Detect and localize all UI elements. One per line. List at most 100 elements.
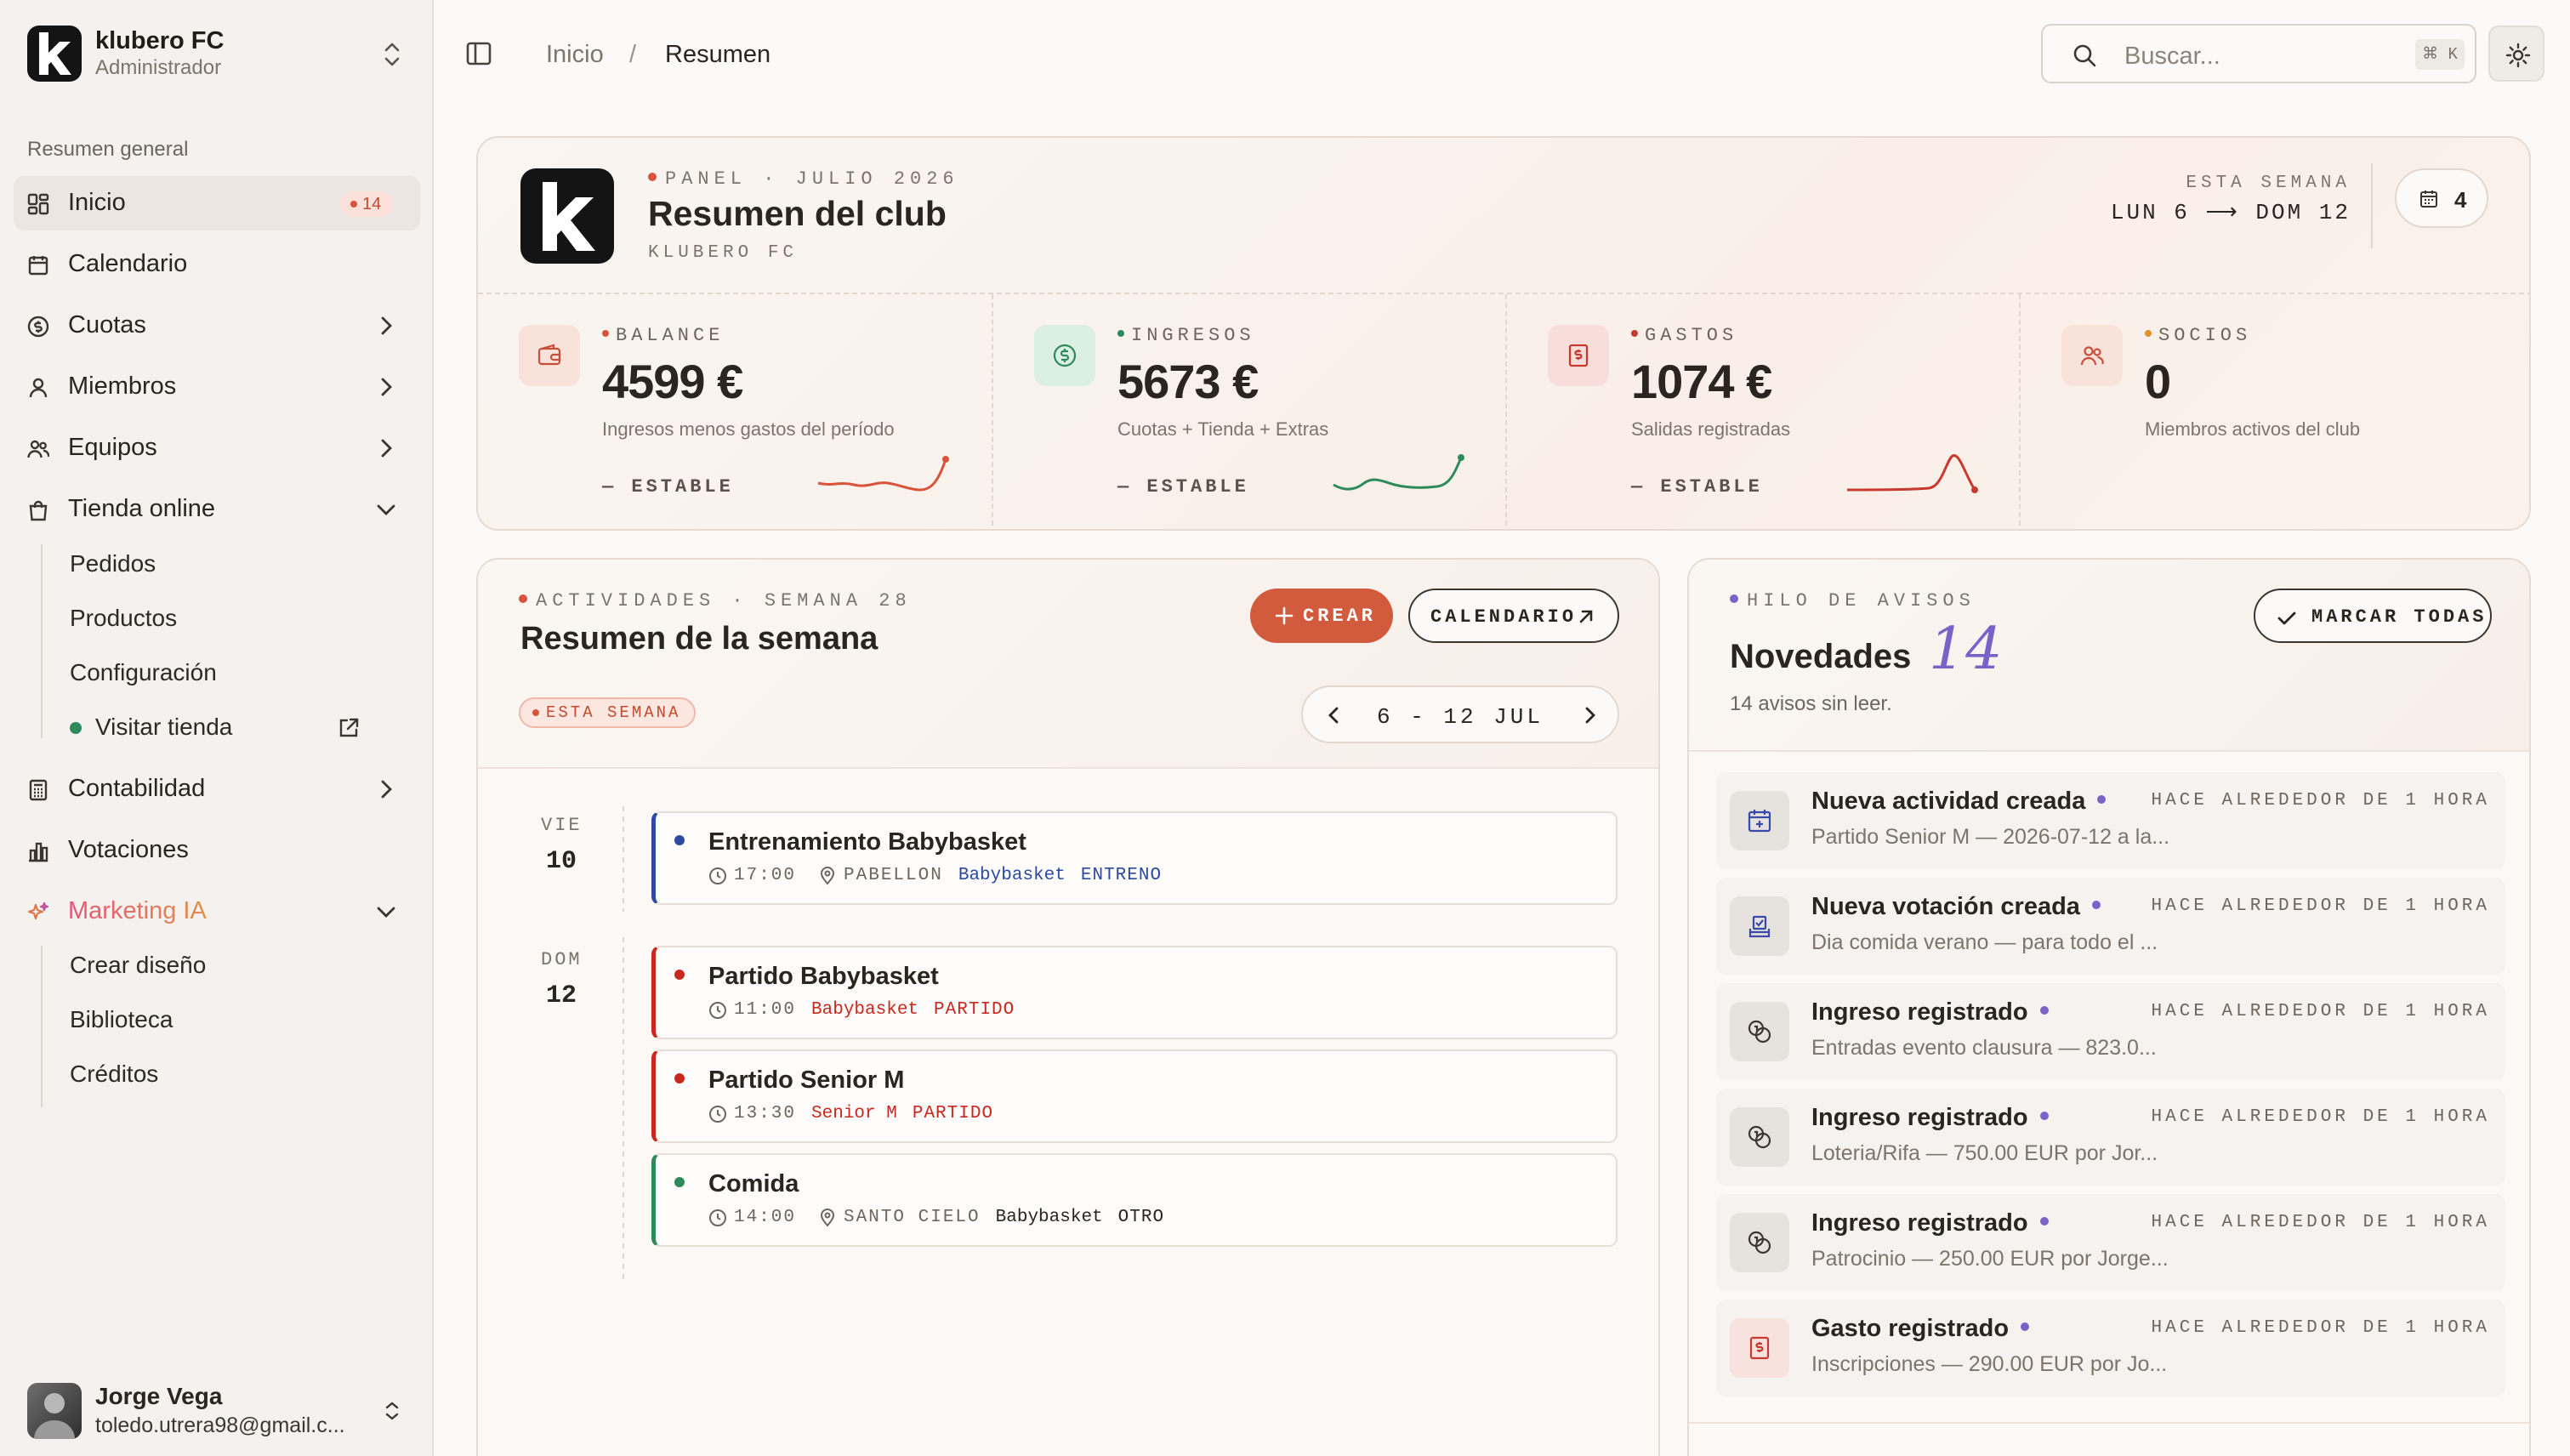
stat-description: Salidas registradas — [1631, 418, 1791, 440]
sidebar-item-label: Inicio — [68, 189, 126, 216]
chevron-right-icon — [381, 316, 392, 335]
gastos-sparkline — [1846, 454, 1978, 493]
chevron-right-icon[interactable] — [1578, 704, 1601, 726]
sidebar-item-tienda-online[interactable]: Tienda online — [14, 482, 420, 537]
summary-eyebrow: PANEL · JULIO 2026 — [648, 168, 959, 190]
notice-item[interactable]: Ingreso registrado HACE ALREDEDOR DE 1 H… — [1716, 983, 2505, 1080]
sidebar-item-label: Equipos — [68, 434, 157, 461]
sidebar-subitem-crear-diseno[interactable]: Crear diseño — [70, 952, 206, 979]
sidebar-item-calendario[interactable]: Calendario — [14, 237, 420, 292]
sidebar-item-cuotas[interactable]: Cuotas — [14, 299, 420, 353]
sidebar-item-votaciones[interactable]: Votaciones — [14, 823, 420, 878]
activity-event[interactable]: Comida 14:00 SANTO CIELO Babybasket OTRO — [651, 1153, 1618, 1247]
event-title: Partido Babybasket — [708, 963, 939, 990]
stat-description: Ingresos menos gastos del período — [602, 418, 895, 440]
mark-all-read-button[interactable]: MARCAR TODAS — [2254, 589, 2492, 643]
sidebar-subitem-biblioteca[interactable]: Biblioteca — [70, 1006, 173, 1033]
notice-item[interactable]: Nueva votación creada HACE ALREDEDOR DE … — [1716, 878, 2505, 975]
notice-description: Patrocinio — 250.00 EUR por Jorge... — [1811, 1247, 2169, 1271]
notices-footer-divider — [1689, 1422, 2529, 1424]
event-dot — [674, 835, 685, 845]
activity-event[interactable]: Partido Babybasket 11:00 Babybasket PART… — [651, 946, 1618, 1039]
sidebar-toggle-icon[interactable] — [464, 39, 493, 68]
sidebar-item-miembros[interactable]: Miembros — [14, 360, 420, 414]
stat-socios: SOCIOS 0 Miembros activos del club — [2019, 294, 2529, 529]
sidebar-item-equipos[interactable]: Equipos — [14, 421, 420, 475]
open-calendar-button[interactable]: CALENDARIO — [1408, 589, 1619, 643]
users-icon — [27, 440, 49, 458]
sidebar-subitem-configuracion[interactable]: Configuración — [70, 659, 217, 686]
timeline-line — [623, 937, 624, 1281]
event-title: Entrenamiento Babybasket — [708, 828, 1026, 856]
event-time: 11:00 — [734, 1000, 797, 1020]
sparkles-icon — [27, 901, 49, 920]
calendar-count-button[interactable]: 4 — [2395, 168, 2488, 228]
breadcrumb-separator: / — [629, 41, 637, 68]
day-weekday: DOM — [541, 949, 583, 970]
activities-header: ACTIVIDADES · SEMANA 28 Resumen de la se… — [478, 560, 1658, 769]
notice-title: Nueva actividad creada — [1811, 788, 2106, 816]
sidebar-item-label: Marketing IA — [68, 897, 207, 924]
notice-item[interactable]: Nueva actividad creada HACE ALREDEDOR DE… — [1716, 772, 2505, 869]
notice-title: Ingreso registrado — [1811, 998, 2049, 1027]
search-input[interactable]: Buscar... ⌘ K — [2041, 24, 2476, 83]
club-switcher[interactable]: klubero FC Administrador — [27, 26, 415, 82]
sidebar-item-marketing-ia[interactable]: Marketing IA — [14, 884, 420, 939]
notice-item[interactable]: Ingreso registrado HACE ALREDEDOR DE 1 H… — [1716, 1194, 2505, 1291]
stat-description: Miembros activos del club — [2145, 418, 2361, 440]
calculator-icon — [29, 779, 48, 801]
sidebar-item-contabilidad[interactable]: Contabilidad — [14, 762, 420, 816]
stat-balance: BALANCE 4599 € Ingresos menos gastos del… — [478, 294, 992, 529]
activities-eyebrow: ACTIVIDADES · SEMANA 28 — [519, 590, 912, 611]
shortcut-hint: ⌘ K — [2415, 39, 2465, 70]
event-team: Senior M — [811, 1104, 897, 1123]
create-activity-button[interactable]: CREAR — [1250, 589, 1393, 643]
sidebar-item-inicio[interactable]: Inicio 14 — [14, 176, 420, 230]
activity-event[interactable]: Entrenamiento Babybasket 17:00 PABELLON … — [651, 811, 1618, 905]
plus-icon — [1275, 606, 1294, 625]
wallet-icon — [519, 325, 580, 386]
notice-item[interactable]: Ingreso registrado HACE ALREDEDOR DE 1 H… — [1716, 1089, 2505, 1186]
event-team: Babybasket — [995, 1208, 1103, 1227]
chevrons-up-down-icon — [384, 43, 400, 66]
sidebar-subitem-productos[interactable]: Productos — [70, 605, 177, 632]
breadcrumb-inicio[interactable]: Inicio — [546, 41, 604, 69]
page-title: Resumen del club — [648, 194, 947, 233]
search-placeholder: Buscar... — [2124, 43, 2220, 70]
stat-label: BALANCE — [602, 325, 724, 346]
notices-eyebrow: HILO DE AVISOS — [1730, 590, 1976, 611]
event-meta: 13:30 Senior M PARTIDO — [708, 1104, 993, 1123]
coins-icon — [1730, 1107, 1789, 1167]
calendar-plus-icon — [1730, 791, 1789, 850]
club-logo — [520, 168, 614, 264]
stat-label: INGRESOS — [1117, 325, 1255, 346]
day-number: 10 — [546, 847, 577, 876]
event-team: Babybasket — [811, 1000, 919, 1020]
stat-label: GASTOS — [1631, 325, 1737, 346]
avatar — [27, 1383, 82, 1439]
unread-count: 14 — [1929, 616, 2003, 683]
notice-description: Entradas evento clausura — 823.0... — [1811, 1036, 2157, 1060]
sidebar-subitem-creditos[interactable]: Créditos — [70, 1061, 158, 1088]
sidebar-item-label: Calendario — [68, 250, 188, 277]
notice-description: Loteria/Rifa — 750.00 EUR por Jor... — [1811, 1141, 2158, 1165]
sidebar-subitem-visitar-tienda[interactable]: Visitar tienda — [70, 708, 367, 748]
create-label: CREAR — [1303, 606, 1377, 627]
calendar-count: 4 — [2454, 187, 2467, 213]
users-icon — [2061, 325, 2123, 386]
stat-value: 0 — [2145, 355, 2171, 408]
external-link-icon — [339, 718, 359, 737]
club-summary-card: PANEL · JULIO 2026 Resumen del club KLUB… — [476, 136, 2531, 531]
user-menu[interactable]: Jorge Vega toledo.utrera98@gmail.c... — [27, 1381, 418, 1441]
arrow-up-right-icon — [1579, 610, 1593, 623]
notice-title: Ingreso registrado — [1811, 1209, 2049, 1237]
vote-icon — [1730, 896, 1789, 956]
event-time: 13:30 — [734, 1104, 797, 1123]
activity-event[interactable]: Partido Senior M 13:30 Senior M PARTIDO — [651, 1049, 1618, 1143]
event-type: ENTRENO — [1080, 866, 1163, 885]
notice-item[interactable]: Gasto registrado HACE ALREDEDOR DE 1 HOR… — [1716, 1300, 2505, 1396]
theme-toggle-button[interactable] — [2488, 26, 2544, 82]
sidebar-subitem-pedidos[interactable]: Pedidos — [70, 550, 156, 577]
activities-card: ACTIVIDADES · SEMANA 28 Resumen de la se… — [476, 558, 1660, 1456]
this-week-badge: ESTA SEMANA — [519, 697, 697, 728]
